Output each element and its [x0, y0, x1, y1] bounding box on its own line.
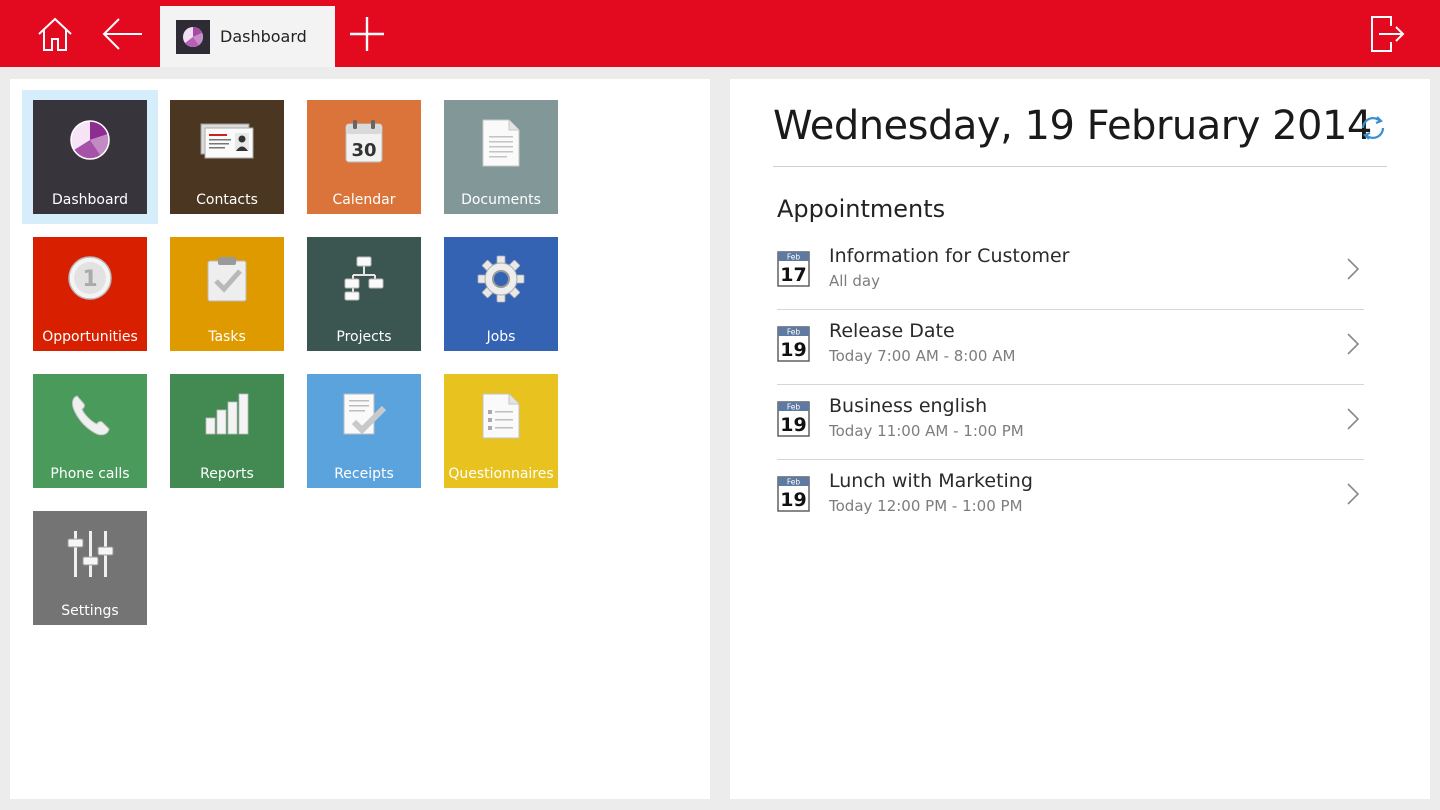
tile-documents[interactable]: Documents [444, 100, 558, 214]
tile-label: Opportunities [42, 329, 138, 345]
back-button[interactable] [97, 8, 147, 60]
appointment-title: Lunch with Marketing [829, 470, 1033, 492]
top-app-bar: Dashboard [0, 0, 1440, 67]
refresh-button[interactable] [1356, 111, 1390, 145]
phone-icon [33, 392, 147, 438]
tile-projects[interactable]: Projects [307, 237, 421, 351]
tile-phone-calls[interactable]: Phone calls [33, 374, 147, 488]
plus-icon [350, 17, 384, 51]
tile-tasks[interactable]: Tasks [170, 237, 284, 351]
clipboard-check-icon [170, 255, 284, 303]
chevron-right-icon [1347, 258, 1360, 280]
home-button[interactable] [30, 8, 80, 60]
coin-icon: 1 [33, 255, 147, 301]
calendar-month: Feb [787, 478, 801, 487]
questionnaire-icon [444, 392, 558, 440]
tile-label: Projects [336, 329, 392, 345]
chevron-right-icon [1347, 483, 1360, 505]
calendar-icon-number: 30 [351, 140, 376, 161]
tile-reports[interactable]: Reports [170, 374, 284, 488]
tile-label: Phone calls [50, 466, 130, 482]
calendar-month: Feb [787, 253, 801, 262]
appointment-title: Release Date [829, 320, 955, 342]
tiles-panel: Dashboard Contacts 30 Calendar Documents… [10, 79, 710, 799]
tile-questionnaires[interactable]: Questionnaires [444, 374, 558, 488]
appointment-time: All day [829, 272, 880, 290]
chevron-right-icon [1347, 408, 1360, 430]
tile-calendar[interactable]: 30 Calendar [307, 100, 421, 214]
tile-label: Reports [200, 466, 254, 482]
tile-dashboard[interactable]: Dashboard [33, 100, 147, 214]
gear-icon [444, 255, 558, 303]
tile-label: Documents [461, 192, 541, 208]
tile-label: Tasks [208, 329, 246, 345]
calendar-date-icon: Feb 19 [777, 476, 810, 512]
calendar-day: 19 [780, 489, 806, 511]
calendar-day: 19 [780, 414, 806, 436]
business-card-icon [170, 118, 284, 162]
tile-settings[interactable]: Settings [33, 511, 147, 625]
calendar-icon: 30 [307, 118, 421, 164]
tile-label: Contacts [196, 192, 258, 208]
bar-chart-icon [170, 392, 284, 438]
calendar-day: 19 [780, 339, 806, 361]
calendar-month: Feb [787, 328, 801, 337]
refresh-icon [1361, 116, 1385, 140]
pie-chart-icon [33, 118, 147, 162]
calendar-date-icon: Feb 17 [777, 251, 810, 287]
appointment-row[interactable]: Feb 19 Business english Today 11:00 AM -… [777, 385, 1364, 460]
tile-label: Calendar [332, 192, 396, 208]
calendar-date-icon: Feb 19 [777, 401, 810, 437]
appointments-panel: Wednesday, 19 February 2014 Appointments… [730, 79, 1430, 799]
arrow-left-icon [102, 18, 142, 50]
appointment-time: Today 7:00 AM - 8:00 AM [829, 347, 1016, 365]
pie-chart-icon [176, 19, 210, 54]
chevron-right-icon [1347, 333, 1360, 355]
tile-label: Settings [61, 603, 119, 619]
flowchart-icon [307, 255, 421, 301]
tab-dashboard[interactable]: Dashboard [160, 6, 335, 67]
tile-jobs[interactable]: Jobs [444, 237, 558, 351]
tile-label: Dashboard [52, 192, 128, 208]
appointment-row[interactable]: Feb 19 Release Date Today 7:00 AM - 8:00… [777, 310, 1364, 385]
appointment-time: Today 11:00 AM - 1:00 PM [829, 422, 1024, 440]
tile-label: Questionnaires [448, 466, 554, 482]
receipt-check-icon [307, 392, 421, 440]
appointment-time: Today 12:00 PM - 1:00 PM [829, 497, 1023, 515]
home-icon [38, 17, 72, 51]
coin-icon-number: 1 [82, 267, 97, 292]
tile-opportunities[interactable]: 1 Opportunities [33, 237, 147, 351]
tile-receipts[interactable]: Receipts [307, 374, 421, 488]
document-icon [444, 118, 558, 168]
date-heading: Wednesday, 19 February 2014 [773, 103, 1372, 149]
tile-contacts[interactable]: Contacts [170, 100, 284, 214]
add-button[interactable] [342, 8, 392, 60]
tile-label: Jobs [486, 329, 516, 345]
heading-divider [773, 166, 1387, 167]
sliders-icon [33, 529, 147, 579]
tile-label: Receipts [334, 466, 394, 482]
logout-button[interactable] [1362, 8, 1412, 60]
appointment-title: Business english [829, 395, 988, 417]
section-title: Appointments [777, 195, 946, 223]
appointment-row[interactable]: Feb 17 Information for Customer All day [777, 235, 1364, 310]
logout-icon [1371, 16, 1405, 52]
calendar-date-icon: Feb 19 [777, 326, 810, 362]
calendar-month: Feb [787, 403, 801, 412]
calendar-day: 17 [780, 264, 806, 286]
appointment-row[interactable]: Feb 19 Lunch with Marketing Today 12:00 … [777, 460, 1364, 535]
appointment-title: Information for Customer [829, 245, 1070, 267]
tab-label: Dashboard [220, 27, 307, 46]
